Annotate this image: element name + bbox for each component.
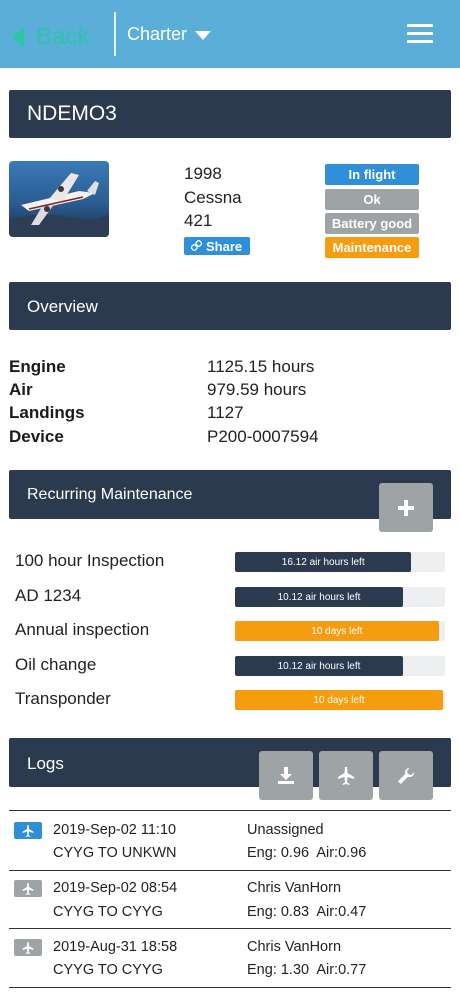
log-pilot: Chris VanHorn [247, 880, 342, 896]
charter-label: Charter [127, 24, 188, 44]
logs-divider [9, 810, 451, 811]
landings-label: Landings [9, 403, 85, 422]
air-value: 979.59 hours [207, 380, 307, 399]
airplane-icon [22, 824, 34, 837]
engine-label: Engine [9, 357, 66, 376]
aircraft-photo [9, 161, 109, 237]
air-label: Air [9, 380, 33, 399]
header-divider [114, 12, 116, 56]
aircraft-model: 421 [184, 211, 213, 230]
maintenance-progress-ad-1234: 10.12 air hours left [235, 587, 445, 607]
maintenance-label-annual: Annual inspection [15, 620, 150, 639]
maintenance-progress-transponder: 10 days left [235, 690, 445, 710]
status-badge-battery: Battery good [325, 213, 419, 234]
aircraft-tail: NDEMO3 [27, 102, 117, 125]
log-route: CYYG TO UNKWN [53, 845, 177, 861]
log-datetime[interactable]: 2019-Sep-02 08:54 [53, 880, 177, 896]
airplane-icon [22, 941, 34, 954]
log-times: Eng: 1.30 Air:0.77 [247, 962, 367, 978]
download-icon [278, 766, 294, 784]
maintenance-fill-annual: 10 days left [235, 621, 439, 641]
maintenance-label-100-hour: 100 hour Inspection [15, 551, 165, 570]
device-value: P200-0007594 [207, 427, 319, 446]
charter-dropdown[interactable]: Charter [127, 24, 212, 45]
plus-icon [398, 499, 414, 516]
overview-header: Overview [9, 282, 451, 330]
status-badge-maintenance: Maintenance [325, 237, 419, 258]
overview-title: Overview [27, 297, 98, 316]
share-button[interactable]: Share [184, 237, 250, 255]
engine-value: 1125.15 hours [207, 357, 315, 376]
caret-down-icon [195, 31, 212, 40]
maintenance-fill-100-hour: 16.12 air hours left [235, 552, 412, 572]
maintenance-fill-oil-change: 10.12 air hours left [235, 656, 403, 676]
log-datetime[interactable]: 2019-Sep-02 11:10 [53, 822, 176, 838]
log-row-divider [9, 870, 451, 871]
log-pilot: Unassigned [247, 822, 324, 838]
top-bar: Back Charter [0, 0, 460, 68]
device-label: Device [9, 427, 64, 446]
flight-status-icon [14, 822, 42, 839]
maintenance-label-transponder: Transponder [15, 689, 111, 708]
flight-status-icon [14, 880, 42, 897]
log-row-divider [9, 987, 451, 988]
aircraft-title-bar: NDEMO3 [9, 90, 451, 138]
log-row-divider [9, 928, 451, 929]
landings-value: 1127 [207, 403, 244, 422]
add-flight-button[interactable] [319, 751, 373, 800]
add-maintenance-log-button[interactable] [379, 751, 433, 800]
back-button[interactable]: Back [12, 22, 89, 52]
log-route: CYYG TO CYYG [53, 962, 163, 978]
status-badge-ok: Ok [325, 189, 419, 210]
back-label: Back [36, 23, 90, 50]
download-logs-button[interactable] [259, 751, 313, 800]
maintenance-title: Recurring Maintenance [27, 486, 193, 503]
log-route: CYYG TO CYYG [53, 904, 163, 920]
maintenance-fill-transponder: 10 days left [235, 690, 443, 710]
hamburger-menu-icon[interactable] [407, 24, 433, 44]
aircraft-year: 1998 [184, 164, 222, 183]
share-label: Share [206, 238, 243, 254]
logs-title: Logs [27, 754, 64, 773]
add-maintenance-button[interactable] [379, 483, 433, 532]
status-badge-in-flight: In flight [325, 164, 419, 185]
airplane-icon [22, 882, 34, 895]
airplane-icon [338, 766, 354, 785]
flight-status-icon [14, 939, 42, 956]
maintenance-progress-100-hour: 16.12 air hours left [235, 552, 445, 572]
maintenance-progress-oil-change: 10.12 air hours left [235, 656, 445, 676]
maintenance-label-oil-change: Oil change [15, 655, 97, 674]
wrench-icon [398, 767, 415, 784]
maintenance-label-ad-1234: AD 1234 [15, 586, 82, 605]
aircraft-make: Cessna [184, 188, 242, 207]
link-icon [190, 239, 203, 254]
maintenance-fill-ad-1234: 10.12 air hours left [235, 587, 403, 607]
log-pilot: Chris VanHorn [247, 939, 342, 955]
log-times: Eng: 0.83 Air:0.47 [247, 904, 367, 920]
chevron-left-icon [12, 26, 24, 48]
log-datetime[interactable]: 2019-Aug-31 18:58 [53, 939, 177, 955]
maintenance-progress-annual: 10 days left [235, 621, 445, 641]
log-times: Eng: 0.96 Air:0.96 [247, 845, 367, 861]
